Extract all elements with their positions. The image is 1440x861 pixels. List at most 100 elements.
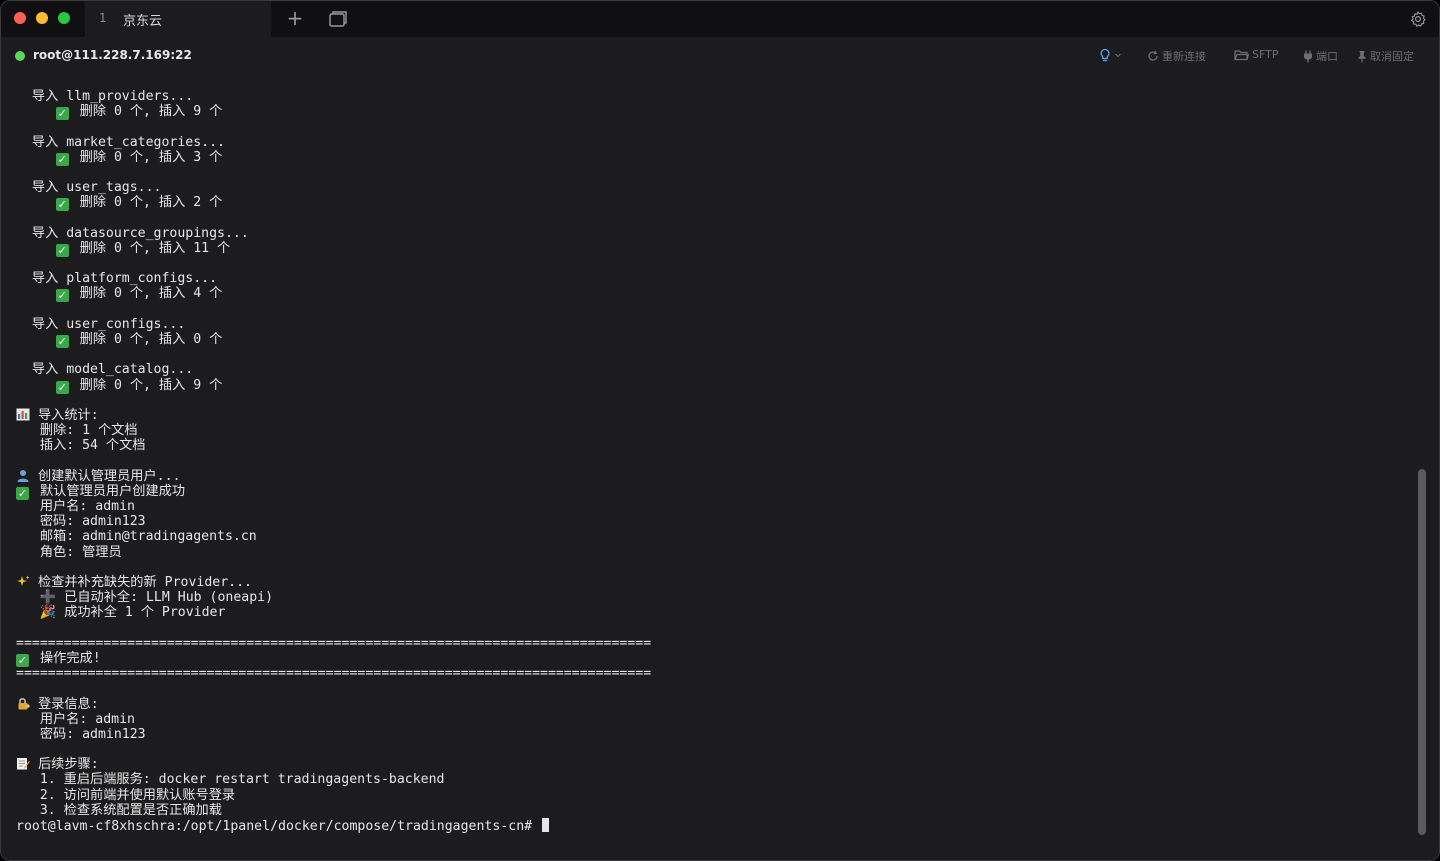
check-icon: ✓ xyxy=(55,380,69,394)
terminal-line: 删除: 1 个文档 xyxy=(16,423,651,438)
terminal-line-text: 插入: 54 个文档 xyxy=(16,438,146,454)
pin-icon xyxy=(1358,50,1366,62)
gear-icon xyxy=(1411,11,1426,27)
terminal-line-text: 3. 检查系统配置是否正确加载 xyxy=(16,802,222,818)
terminal-line-text: 导入 user_configs... xyxy=(16,316,186,332)
terminal-line: ✓ 删除 0 个, 插入 2 个 xyxy=(16,195,651,212)
chevron-down-icon xyxy=(1115,53,1121,58)
terminal-output[interactable]: 导入 llm_providers... ✓ 删除 0 个, 插入 9 个 导入 … xyxy=(1,77,1415,860)
port-label: 端口 xyxy=(1316,50,1338,63)
terminal-cursor xyxy=(542,818,550,832)
reconnect-button[interactable]: 重新连接 xyxy=(1147,48,1206,64)
terminal-line: 导入 market_categories... xyxy=(16,135,651,150)
duplicate-window-icon xyxy=(329,11,347,27)
terminal-line: 创建默认管理员用户... xyxy=(16,469,651,484)
terminal-line-text: 导入 datasource_groupings... xyxy=(16,225,249,241)
terminal-line-text: 1. 重启后端服务: docker restart tradingagents-… xyxy=(16,772,445,788)
terminal-line-text: 导入统计: xyxy=(38,407,99,423)
terminal-line-text: 操作完成! xyxy=(39,650,101,666)
terminal-line: 2. 访问前端并使用默认账号登录 xyxy=(16,788,651,803)
terminal-line: 导入 llm_providers... xyxy=(16,89,651,104)
minimize-window-button[interactable] xyxy=(36,12,48,24)
check-icon: ✓ xyxy=(55,198,69,212)
terminal-line: 插入: 54 个文档 xyxy=(16,438,651,453)
reconnect-icon xyxy=(1148,50,1158,61)
sparkle-icon xyxy=(16,575,30,588)
terminal-line: ✓ 删除 0 个, 插入 9 个 xyxy=(16,104,651,121)
terminal-line: 用户名: admin xyxy=(16,499,651,514)
maximize-window-button[interactable] xyxy=(58,12,70,24)
terminal-line-text: 2. 访问前端并使用默认账号登录 xyxy=(16,787,236,803)
terminal-line: ✓ 操作完成! xyxy=(16,650,651,667)
terminal-line: ========================================… xyxy=(16,666,651,681)
terminal-line-text: 删除 0 个, 插入 0 个 xyxy=(79,332,223,347)
terminal-line: 登录信息: xyxy=(16,697,651,712)
terminal-line: ========================================… xyxy=(16,636,651,651)
plus-icon: + xyxy=(286,6,304,30)
duplicate-window-button[interactable] xyxy=(328,10,348,28)
terminal-line-text: 删除 0 个, 插入 4 个 xyxy=(79,286,223,302)
terminal-line: ✓ 删除 0 个, 插入 11 个 xyxy=(16,240,651,257)
tab-title: 京东云 xyxy=(123,14,163,29)
terminal-line: 邮箱: admin@tradingagents.cn xyxy=(16,529,651,544)
terminal-line-text: 删除 0 个, 插入 3 个 xyxy=(79,149,223,165)
terminal-line: 导入 model_catalog... xyxy=(16,362,651,377)
tab-jdcloud[interactable]: 1 京东云 xyxy=(85,1,271,37)
check-icon: ✓ xyxy=(55,289,69,303)
terminal-line-text: 🎉 成功补全 1 个 Provider xyxy=(16,605,226,621)
terminal-line-text: 用户名: admin xyxy=(16,499,135,515)
terminal-line: 检查并补充缺失的新 Provider... xyxy=(16,575,651,590)
host-label: root@111.228.7.169:22 xyxy=(33,48,192,62)
terminal-line-text: ========================================… xyxy=(16,666,652,682)
check-icon: ✓ xyxy=(16,653,29,667)
check-icon: ✓ xyxy=(55,243,69,257)
terminal-line: 密码: admin123 xyxy=(16,514,651,529)
terminal-line-text: 导入 llm_providers... xyxy=(16,89,194,104)
terminal-line: 导入统计: xyxy=(16,408,651,423)
terminal-line-text: 删除 0 个, 插入 9 个 xyxy=(79,377,223,393)
terminal-line: 导入 datasource_groupings... xyxy=(16,226,651,241)
close-window-button[interactable] xyxy=(14,12,26,24)
terminal-line: 3. 检查系统配置是否正确加载 xyxy=(16,803,651,818)
terminal-line-text: 导入 market_categories... xyxy=(16,134,225,150)
terminal-line: ✓ 删除 0 个, 插入 4 个 xyxy=(16,286,651,303)
terminal-line-text: 角色: 管理员 xyxy=(16,544,122,560)
new-tab-button[interactable]: + xyxy=(285,7,305,29)
hint-button[interactable] xyxy=(1099,48,1122,62)
terminal-line: root@lavm-cf8xhschra:/opt/1panel/docker/… xyxy=(16,818,651,834)
terminal-line-text: ========================================… xyxy=(16,635,652,651)
port-button[interactable]: 端口 xyxy=(1303,48,1338,64)
terminal-line-text: 导入 platform_configs... xyxy=(16,271,218,287)
terminal-line-text: 创建默认管理员用户... xyxy=(38,468,181,484)
terminal-line-text: root@lavm-cf8xhschra:/opt/1panel/docker/… xyxy=(16,819,541,834)
chart-icon xyxy=(16,408,30,421)
terminal-line-text: 删除: 1 个文档 xyxy=(16,423,138,439)
terminal-line-text: 导入 user_tags... xyxy=(16,180,162,196)
settings-button[interactable] xyxy=(1409,10,1427,28)
terminal-line: 后续步骤: xyxy=(16,757,651,772)
lock-icon xyxy=(16,697,30,710)
check-icon: ✓ xyxy=(55,107,69,121)
reconnect-label: 重新连接 xyxy=(1162,50,1206,63)
scrollbar-thumb[interactable] xyxy=(1418,469,1426,835)
unpin-button[interactable]: 取消固定 xyxy=(1357,48,1414,64)
terminal-line-text: 检查并补充缺失的新 Provider... xyxy=(38,575,252,590)
terminal-line-text: 用户名: admin xyxy=(16,711,135,727)
terminal-line-text: 密码: admin123 xyxy=(16,726,146,742)
terminal-line-text: 登录信息: xyxy=(38,696,99,712)
terminal-line: 导入 user_configs... xyxy=(16,317,651,332)
terminal-line-text: 删除 0 个, 插入 11 个 xyxy=(79,240,231,256)
connection-status-dot xyxy=(15,51,25,61)
terminal-line: ➕ 已自动补全: LLM Hub (oneapi) xyxy=(16,590,651,605)
terminal-line: 密码: admin123 xyxy=(16,727,651,742)
plug-icon xyxy=(1304,50,1312,62)
sftp-button[interactable]: SFTP xyxy=(1234,48,1278,61)
